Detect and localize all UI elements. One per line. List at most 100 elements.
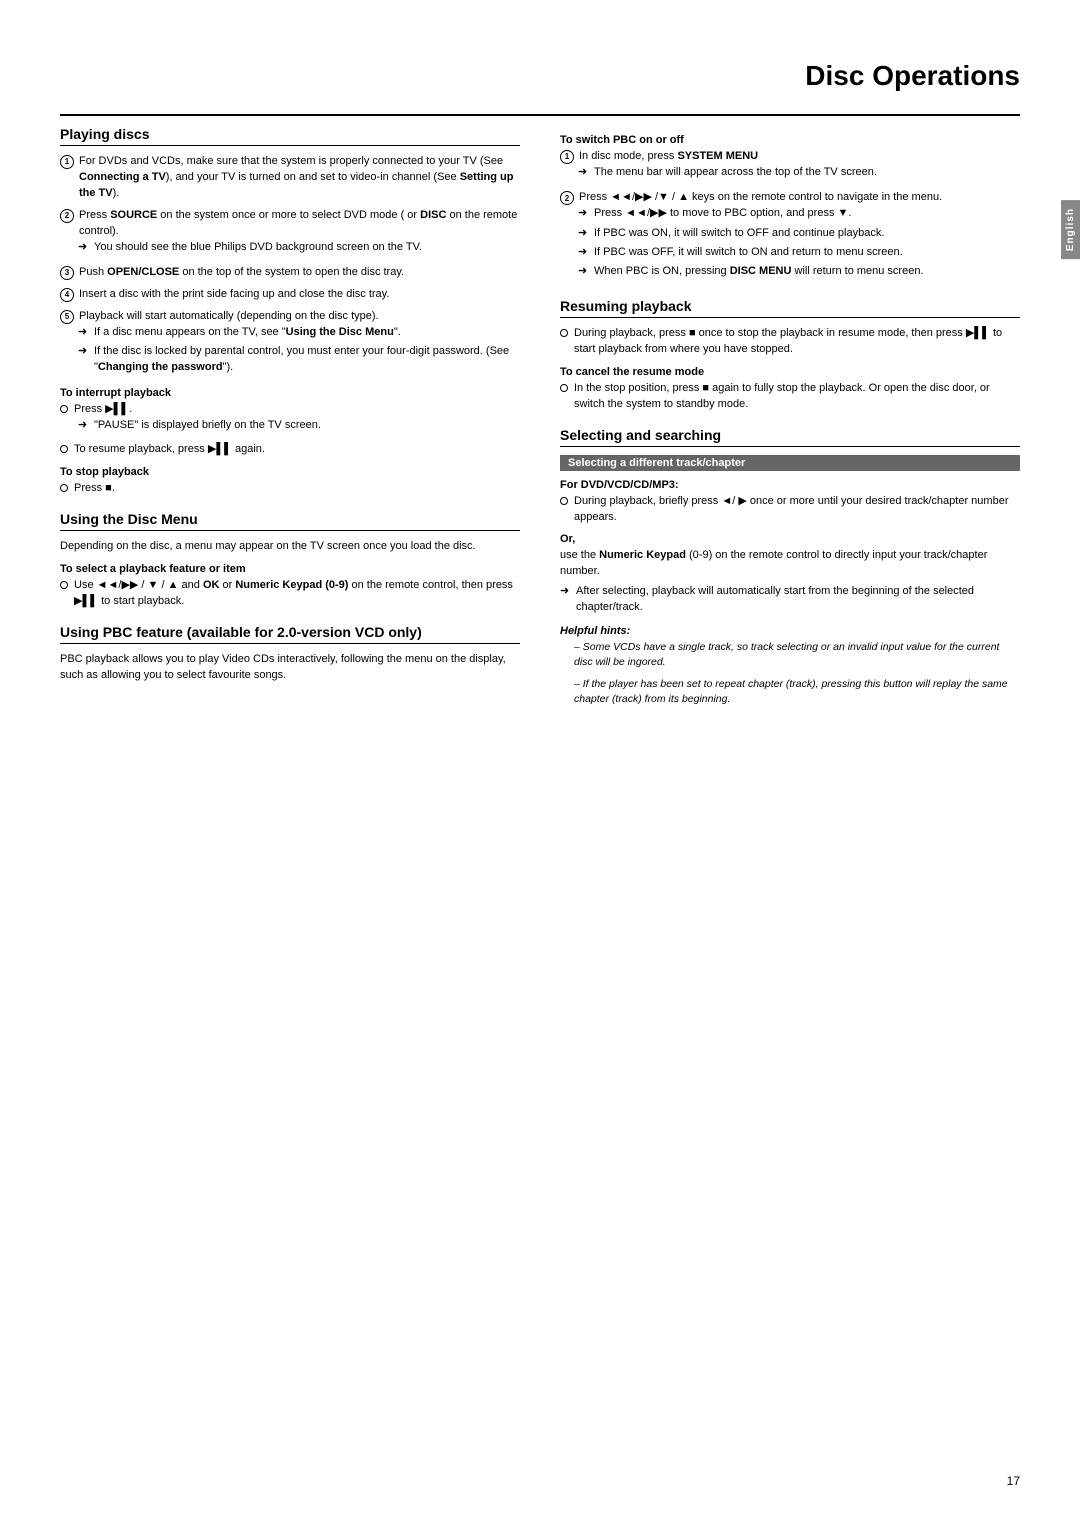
list-item: During playback, press ■ once to stop th…: [560, 326, 1020, 358]
bullet-dot: [60, 445, 68, 453]
playing-discs-list: 1 For DVDs and VCDs, make sure that the …: [60, 154, 520, 379]
arrow-text: If PBC was OFF, it will switch to ON and…: [594, 245, 903, 260]
arrow-item: ➜ "PAUSE" is displayed briefly on the TV…: [78, 418, 321, 433]
list-item: 2 Press SOURCE on the system once or mor…: [60, 208, 520, 259]
bullet-dot: [60, 484, 68, 492]
arrow-item: ➜ The menu bar will appear across the to…: [578, 165, 877, 180]
interrupt-item-1: Press ▶▌▌.: [74, 402, 132, 418]
dvd-label: For DVD/VCD/CD/MP3:: [560, 479, 1020, 491]
bullet-dot: [560, 329, 568, 337]
highlight-bar: Selecting a different track/chapter: [560, 455, 1020, 471]
arrow-sym: ➜: [78, 240, 90, 255]
arrow-sym: ➜: [78, 325, 90, 340]
interrupt-label: To interrupt playback: [60, 387, 520, 399]
stop-list: Press ■.: [60, 481, 520, 497]
arrow-sym: ➜: [560, 584, 572, 599]
switch-pbc-label: To switch PBC on or off: [560, 134, 1020, 146]
section-pbc: Using PBC feature (available for 2.0-ver…: [60, 624, 520, 644]
arrow-item: ➜ Press ◄◄/▶▶ to move to PBC option, and…: [578, 206, 851, 221]
select-item-1: Use ◄◄/▶▶ / ▼ / ▲ and OK or Numeric Keyp…: [74, 578, 520, 610]
arrow-text: "PAUSE" is displayed briefly on the TV s…: [94, 418, 321, 433]
item-3-text: Push OPEN/CLOSE on the top of the system…: [79, 265, 404, 281]
list-item: Press ▶▌▌. ➜ "PAUSE" is displayed briefl…: [60, 402, 520, 437]
dvd-list: During playback, briefly press ◄/ ▶ once…: [560, 494, 1020, 526]
interrupt-item-2: To resume playback, press ▶▌▌ again.: [74, 442, 265, 458]
switch-pbc-list: 1 In disc mode, press SYSTEM MENU ➜ The …: [560, 149, 1020, 284]
list-item: During playback, briefly press ◄/ ▶ once…: [560, 494, 1020, 526]
select-list: Use ◄◄/▶▶ / ▼ / ▲ and OK or Numeric Keyp…: [60, 578, 520, 610]
cancel-item-1: In the stop position, press ■ again to f…: [574, 381, 1020, 413]
page: English Disc Operations Playing discs 1 …: [0, 0, 1080, 1528]
bullet-dot: [60, 581, 68, 589]
arrow-sym: ➜: [578, 226, 590, 241]
arrow-item: ➜ When PBC is ON, pressing DISC MENU wil…: [578, 264, 924, 279]
stop-item-1: Press ■.: [74, 481, 115, 497]
arrow-text: If a disc menu appears on the TV, see "U…: [94, 325, 401, 340]
num-5: 5: [60, 310, 74, 324]
item-4-text: Insert a disc with the print side facing…: [79, 287, 389, 303]
hint-1: – Some VCDs have a single track, so trac…: [574, 640, 1020, 670]
arrow-item: ➜ If a disc menu appears on the TV, see …: [78, 325, 401, 340]
stop-label: To stop playback: [60, 466, 520, 478]
section-playing-discs: Playing discs: [60, 126, 520, 146]
or-arrow-text: After selecting, playback will automatic…: [576, 584, 1020, 615]
page-title: Disc Operations: [60, 60, 1020, 96]
list-item: 1 In disc mode, press SYSTEM MENU ➜ The …: [560, 149, 1020, 184]
arrow-item: ➜ If PBC was ON, it will switch to OFF a…: [578, 226, 884, 241]
item-5-text: Playback will start automatically (depen…: [79, 309, 379, 325]
bullet-dot: [60, 405, 68, 413]
disc-menu-intro: Depending on the disc, a menu may appear…: [60, 539, 520, 555]
list-item: 4 Insert a disc with the print side faci…: [60, 287, 520, 303]
arrow-text: You should see the blue Philips DVD back…: [94, 240, 422, 255]
arrow-item: ➜ If PBC was OFF, it will switch to ON a…: [578, 245, 903, 260]
arrow-text: If the disc is locked by parental contro…: [94, 344, 520, 375]
num-2: 2: [60, 209, 74, 223]
resuming-list: During playback, press ■ once to stop th…: [560, 326, 1020, 358]
arrow-item: ➜ If the disc is locked by parental cont…: [78, 344, 520, 375]
list-item: 3 Push OPEN/CLOSE on the top of the syst…: [60, 265, 520, 281]
arrow-text: If PBC was ON, it will switch to OFF and…: [594, 226, 884, 241]
num-4: 4: [60, 288, 74, 302]
or-arrow: ➜ After selecting, playback will automat…: [560, 584, 1020, 615]
page-number: 17: [1007, 1474, 1020, 1488]
num-3: 3: [60, 266, 74, 280]
num-2: 2: [560, 191, 574, 205]
interrupt-list: Press ▶▌▌. ➜ "PAUSE" is displayed briefl…: [60, 402, 520, 458]
or-label: Or,: [560, 533, 1020, 545]
two-column-layout: Playing discs 1 For DVDs and VCDs, make …: [60, 116, 1020, 707]
interrupt-section: To interrupt playback Press ▶▌▌. ➜ "PAUS…: [60, 387, 520, 458]
resuming-item-1: During playback, press ■ once to stop th…: [574, 326, 1020, 358]
num-1: 1: [560, 150, 574, 164]
arrow-text: Press ◄◄/▶▶ to move to PBC option, and p…: [594, 206, 851, 221]
hints-label: Helpful hints:: [560, 625, 1020, 637]
list-item: Use ◄◄/▶▶ / ▼ / ▲ and OK or Numeric Keyp…: [60, 578, 520, 610]
bullet-dot: [560, 384, 568, 392]
arrow-sym: ➜: [78, 418, 90, 433]
dvd-item-1: During playback, briefly press ◄/ ▶ once…: [574, 494, 1020, 526]
list-item: In the stop position, press ■ again to f…: [560, 381, 1020, 413]
arrow-sym: ➜: [578, 165, 590, 180]
select-label: To select a playback feature or item: [60, 563, 520, 575]
cancel-resume-label: To cancel the resume mode: [560, 366, 1020, 378]
list-item: Press ■.: [60, 481, 520, 497]
pbc-intro: PBC playback allows you to play Video CD…: [60, 652, 520, 684]
switch-pbc-section: To switch PBC on or off 1 In disc mode, …: [560, 134, 1020, 284]
section-resuming: Resuming playback: [560, 298, 1020, 318]
list-item: To resume playback, press ▶▌▌ again.: [60, 442, 520, 458]
arrow-text: The menu bar will appear across the top …: [594, 165, 877, 180]
num-1: 1: [60, 155, 74, 169]
hint-2: – If the player has been set to repeat c…: [574, 677, 1020, 707]
arrow-text: When PBC is ON, pressing DISC MENU will …: [594, 264, 924, 279]
arrow-sym: ➜: [578, 264, 590, 279]
list-item: 1 For DVDs and VCDs, make sure that the …: [60, 154, 520, 202]
bullet-dot: [560, 497, 568, 505]
arrow-sym: ➜: [578, 206, 590, 221]
item-2-text: Press SOURCE on the system once or more …: [79, 208, 520, 240]
section-selecting: Selecting and searching: [560, 427, 1020, 447]
language-tab: English: [1061, 200, 1080, 259]
right-column: To switch PBC on or off 1 In disc mode, …: [560, 116, 1020, 707]
or-text: use the Numeric Keypad (0-9) on the remo…: [560, 548, 1020, 580]
arrow-item: ➜ You should see the blue Philips DVD ba…: [78, 240, 422, 255]
arrow-sym: ➜: [78, 344, 90, 359]
left-column: Playing discs 1 For DVDs and VCDs, make …: [60, 116, 520, 707]
